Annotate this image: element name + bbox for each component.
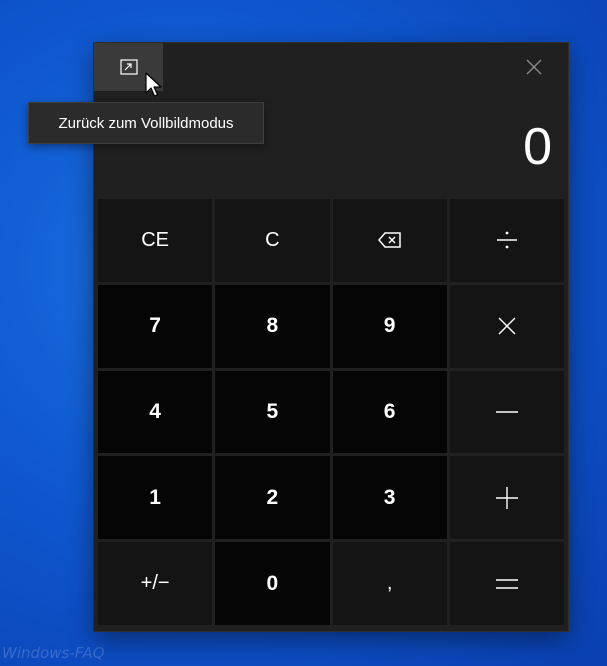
mouse-cursor-icon	[145, 72, 162, 97]
digit-5-label: 5	[266, 399, 279, 423]
divide-button[interactable]	[449, 199, 564, 282]
plus-button[interactable]	[449, 456, 564, 540]
digit-2-button[interactable]: 2	[215, 456, 330, 540]
digit-4-label: 4	[149, 399, 161, 423]
digit-5-button[interactable]: 5	[215, 370, 330, 454]
digit-9-button[interactable]: 9	[332, 284, 447, 368]
digit-7-label: 7	[149, 314, 161, 338]
digit-7-button[interactable]: 7	[98, 284, 213, 368]
negate-button[interactable]: +/−	[98, 542, 213, 625]
digit-4-button[interactable]: 4	[98, 370, 213, 454]
multiply-icon	[498, 317, 516, 335]
keypad: CE C 7 8 9 4 5 6 1 2 3 +/− 0 ,	[98, 199, 564, 625]
clear-entry-button[interactable]: CE	[98, 199, 213, 282]
restore-fullscreen-icon	[119, 59, 138, 75]
clear-entry-label: CE	[141, 228, 170, 251]
digit-0-label: 0	[266, 571, 279, 595]
decimal-label: ,	[386, 572, 393, 595]
digit-1-button[interactable]: 1	[98, 456, 213, 540]
digit-6-button[interactable]: 6	[332, 370, 447, 454]
digit-6-label: 6	[383, 399, 396, 423]
backspace-icon	[377, 232, 401, 249]
multiply-button[interactable]	[449, 284, 564, 368]
digit-1-label: 1	[149, 485, 161, 509]
decimal-button[interactable]: ,	[332, 542, 447, 625]
equals-button[interactable]	[449, 542, 564, 625]
digit-8-label: 8	[266, 314, 279, 338]
title-bar	[94, 43, 568, 91]
digit-8-button[interactable]: 8	[215, 284, 330, 368]
backspace-button[interactable]	[332, 199, 447, 282]
digit-9-label: 9	[383, 314, 396, 338]
clear-label: C	[265, 228, 280, 251]
plus-icon	[495, 486, 518, 509]
close-button[interactable]	[499, 43, 568, 91]
clear-button[interactable]: C	[215, 199, 330, 282]
minus-icon	[495, 411, 518, 413]
negate-label: +/−	[140, 572, 170, 595]
digit-3-button[interactable]: 3	[332, 456, 447, 540]
minus-button[interactable]	[449, 370, 564, 454]
watermark: Windows-FAQ	[2, 644, 105, 662]
result-display: 0	[523, 118, 552, 176]
tooltip: Zurück zum Vollbildmodus	[28, 102, 264, 144]
equals-icon	[495, 578, 518, 589]
digit-0-button[interactable]: 0	[215, 542, 330, 625]
digit-3-label: 3	[383, 485, 396, 509]
close-icon	[526, 59, 541, 75]
digit-2-label: 2	[266, 485, 279, 509]
divide-icon	[496, 231, 517, 249]
